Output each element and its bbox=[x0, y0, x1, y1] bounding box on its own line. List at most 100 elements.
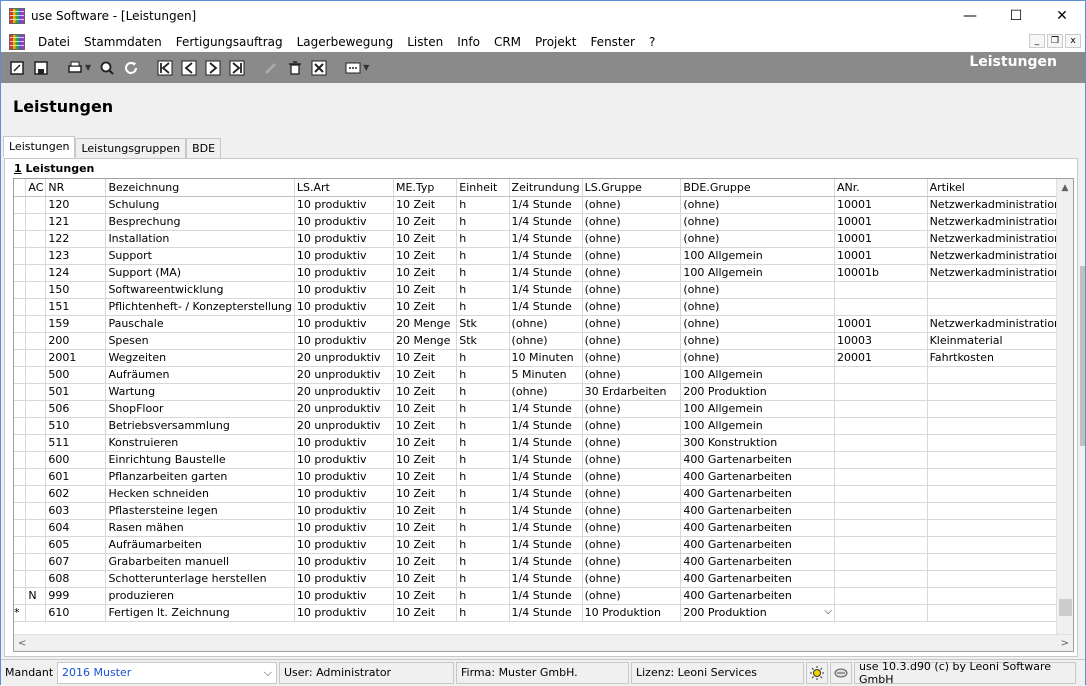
cell-bezeichnung[interactable]: Besprechung bbox=[105, 213, 295, 231]
cell-sel[interactable] bbox=[14, 485, 27, 503]
next-record-icon[interactable] bbox=[203, 58, 223, 78]
cell-nr[interactable]: 2001 bbox=[45, 349, 107, 367]
cell-ls-art[interactable]: 10 produktiv bbox=[294, 587, 394, 605]
cell-artikel[interactable] bbox=[927, 281, 1073, 299]
cell-bezeichnung[interactable]: Pflastersteine legen bbox=[105, 502, 295, 520]
table-row[interactable]: N 999 produzieren 10 produktiv 10 Zeit h 1/4 S… bbox=[14, 587, 1073, 605]
cell-me-typ[interactable]: 10 Zeit bbox=[393, 366, 458, 384]
cell-zeitrundung[interactable]: 5 Minuten bbox=[509, 366, 583, 384]
table-row[interactable]: 603 Pflastersteine legen 10 produktiv 10 Ze… bbox=[14, 502, 1073, 520]
edit-icon[interactable] bbox=[261, 58, 281, 78]
cell-artikel[interactable]: Netzwerkadministration bbox=[927, 230, 1073, 248]
cell-zeitrundung[interactable]: 1/4 Stunde bbox=[509, 570, 583, 588]
cell-anr[interactable]: 10001 bbox=[834, 230, 928, 248]
cell-ls-art[interactable]: 10 produktiv bbox=[294, 604, 394, 622]
cell-nr[interactable]: 121 bbox=[45, 213, 107, 231]
column-header-ls-art[interactable]: LS.Art bbox=[294, 179, 394, 197]
cell-ac[interactable] bbox=[25, 502, 47, 520]
column-header-nr[interactable]: NR bbox=[45, 179, 107, 197]
cell-bezeichnung[interactable]: Pauschale bbox=[105, 315, 295, 333]
cell-einheit[interactable]: h bbox=[456, 281, 510, 299]
cell-sel[interactable] bbox=[14, 400, 27, 418]
cell-ac[interactable]: N bbox=[25, 587, 47, 605]
cell-einheit[interactable]: h bbox=[456, 264, 510, 282]
cell-zeitrundung[interactable]: 1/4 Stunde bbox=[509, 213, 583, 231]
cell-nr[interactable]: 600 bbox=[45, 451, 107, 469]
column-header-zeitrundung[interactable]: Zeitrundung bbox=[509, 179, 583, 197]
cell-ls-gruppe[interactable]: (ohne) bbox=[582, 587, 682, 605]
cell-einheit[interactable]: Stk bbox=[456, 332, 510, 350]
tab-bde[interactable]: BDE bbox=[186, 138, 222, 158]
cell-bde-gruppe[interactable]: 400 Gartenarbeiten bbox=[680, 502, 835, 520]
cell-anr[interactable] bbox=[834, 298, 928, 316]
cell-ac[interactable] bbox=[25, 553, 47, 571]
cell-ls-gruppe[interactable]: (ohne) bbox=[582, 315, 682, 333]
cell-artikel[interactable] bbox=[927, 383, 1073, 401]
cell-ac[interactable] bbox=[25, 213, 47, 231]
cell-sel[interactable] bbox=[14, 519, 27, 537]
cell-artikel[interactable]: Kleinmaterial bbox=[927, 332, 1073, 350]
cell-bde-gruppe[interactable]: (ohne) bbox=[680, 281, 835, 299]
cell-bezeichnung[interactable]: Rasen mähen bbox=[105, 519, 295, 537]
cell-ls-art[interactable]: 10 produktiv bbox=[294, 536, 394, 554]
table-row[interactable]: 605 Aufräumarbeiten 10 produktiv 10 Zeit h 1/… bbox=[14, 536, 1073, 554]
cell-nr[interactable]: 510 bbox=[45, 417, 107, 435]
mandant-select[interactable]: 2016 Muster ⌵ bbox=[57, 661, 277, 684]
mdi-restore-button[interactable]: ❐ bbox=[1047, 34, 1063, 48]
cell-nr[interactable]: 500 bbox=[45, 366, 107, 384]
cell-sel[interactable] bbox=[14, 434, 27, 452]
cell-nr[interactable]: 159 bbox=[45, 315, 107, 333]
cell-nr[interactable]: 999 bbox=[45, 587, 107, 605]
cell-bezeichnung[interactable]: Pflichtenheft- / Konzepterstellung bbox=[105, 298, 295, 316]
cell-anr[interactable] bbox=[834, 485, 928, 503]
cell-einheit[interactable]: h bbox=[456, 519, 510, 537]
cell-bezeichnung[interactable]: Konstruieren bbox=[105, 434, 295, 452]
cell-zeitrundung[interactable]: 1/4 Stunde bbox=[509, 417, 583, 435]
cell-me-typ[interactable]: 20 Menge bbox=[393, 332, 458, 350]
cell-artikel[interactable]: Netzwerkadministration bbox=[927, 315, 1073, 333]
splitter-handle[interactable] bbox=[1080, 266, 1085, 446]
table-row[interactable]: 2001 Wegzeiten 20 unproduktiv 10 Zeit h 10 Mi… bbox=[14, 349, 1073, 367]
cell-me-typ[interactable]: 10 Zeit bbox=[393, 536, 458, 554]
cell-zeitrundung[interactable]: (ohne) bbox=[509, 383, 583, 401]
cell-bezeichnung[interactable]: Hecken schneiden bbox=[105, 485, 295, 503]
cell-artikel[interactable] bbox=[927, 434, 1073, 452]
cell-ac[interactable] bbox=[25, 400, 47, 418]
cell-sel[interactable] bbox=[14, 570, 27, 588]
cell-bde-gruppe[interactable]: 100 Allgemein bbox=[680, 400, 835, 418]
scroll-right-icon[interactable]: > bbox=[1061, 638, 1069, 649]
cell-zeitrundung[interactable]: 1/4 Stunde bbox=[509, 536, 583, 554]
cell-sel[interactable] bbox=[14, 451, 27, 469]
cell-ac[interactable] bbox=[25, 315, 47, 333]
cell-sel[interactable] bbox=[14, 247, 27, 265]
cell-ls-art[interactable]: 10 produktiv bbox=[294, 281, 394, 299]
cell-ls-art[interactable]: 10 produktiv bbox=[294, 298, 394, 316]
cell-anr[interactable] bbox=[834, 519, 928, 537]
cell-ac[interactable] bbox=[25, 570, 47, 588]
cell-artikel[interactable] bbox=[927, 485, 1073, 503]
connection-icon[interactable] bbox=[830, 661, 852, 684]
tab-leistungen[interactable]: Leistungen bbox=[3, 136, 76, 158]
cell-sel[interactable] bbox=[14, 383, 27, 401]
cell-nr[interactable]: 607 bbox=[45, 553, 107, 571]
cell-sel[interactable] bbox=[14, 366, 27, 384]
cell-anr[interactable] bbox=[834, 417, 928, 435]
cell-bde-gruppe[interactable]: (ohne) bbox=[680, 196, 835, 214]
cell-ls-art[interactable]: 10 produktiv bbox=[294, 247, 394, 265]
cell-me-typ[interactable]: 10 Zeit bbox=[393, 213, 458, 231]
cell-artikel[interactable] bbox=[927, 298, 1073, 316]
table-row[interactable]: 501 Wartung 20 unproduktiv 10 Zeit h (ohne) 30… bbox=[14, 383, 1073, 401]
cell-bezeichnung[interactable]: Einrichtung Baustelle bbox=[105, 451, 295, 469]
cell-bde-gruppe[interactable]: 400 Gartenarbeiten bbox=[680, 485, 835, 503]
cell-ls-art[interactable]: 10 produktiv bbox=[294, 570, 394, 588]
cell-nr[interactable]: 150 bbox=[45, 281, 107, 299]
column-header-einheit[interactable]: Einheit bbox=[456, 179, 510, 197]
table-row[interactable]: 510 Betriebsversammlung 20 unproduktiv 10 Z… bbox=[14, 417, 1073, 435]
cell-ls-art[interactable]: 10 produktiv bbox=[294, 553, 394, 571]
cell-anr[interactable]: 10001 bbox=[834, 196, 928, 214]
cell-ls-art[interactable]: 10 produktiv bbox=[294, 332, 394, 350]
cell-me-typ[interactable]: 10 Zeit bbox=[393, 570, 458, 588]
menu-fertigungsauftrag[interactable]: Fertigungsauftrag bbox=[169, 35, 290, 49]
cell-sel[interactable] bbox=[14, 196, 27, 214]
cell-sel[interactable] bbox=[14, 553, 27, 571]
